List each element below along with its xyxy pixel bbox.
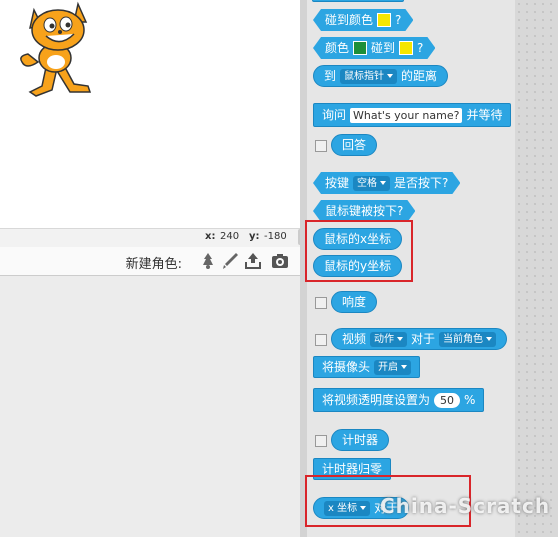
- color-swatch-yellow[interactable]: [399, 41, 413, 55]
- ask-text-input[interactable]: What's your name?: [350, 107, 463, 123]
- block-text: ?: [395, 13, 402, 27]
- dropdown-value: 开启: [378, 361, 399, 373]
- chevron-down-icon: [380, 181, 386, 185]
- chevron-down-icon: [401, 365, 408, 369]
- palette-scroll-area[interactable]: [515, 0, 558, 537]
- video-monitor-checkbox[interactable]: [315, 334, 327, 346]
- new-sprite-bar: 新建角色:: [0, 247, 300, 276]
- loudness-monitor-checkbox[interactable]: [315, 297, 327, 309]
- timer-block[interactable]: 计时器: [331, 429, 390, 451]
- x-label: x:: [205, 231, 216, 242]
- y-value: -180: [264, 231, 287, 242]
- block-text: 鼠标键被按下?: [325, 204, 404, 218]
- dropdown-value: 当前角色: [443, 333, 484, 345]
- color-touching-color-block[interactable]: 颜色 碰到 ?: [313, 37, 435, 59]
- distance-to-block[interactable]: 到 鼠标指针 的距离: [313, 65, 449, 87]
- dropdown-value: 鼠标指针: [344, 70, 385, 82]
- loudness-block[interactable]: 响度: [331, 291, 378, 313]
- transparency-value-input[interactable]: 50: [434, 392, 461, 408]
- dropdown-value: 空格: [357, 177, 378, 189]
- turn-video-block[interactable]: 将摄像头 开启: [313, 356, 421, 378]
- block-text: 是否按下?: [394, 176, 449, 190]
- x-value: 240: [220, 231, 240, 242]
- answer-monitor-checkbox[interactable]: [315, 140, 327, 152]
- answer-block[interactable]: 回答: [331, 134, 378, 156]
- highlight-box-mouse-coords: [305, 220, 413, 282]
- chevron-down-icon: [387, 74, 394, 78]
- block-text: 将视频透明度设置为: [322, 393, 431, 407]
- block-text: 的距离: [401, 69, 438, 83]
- chevron-down-icon: [486, 337, 493, 341]
- sprite-corral[interactable]: [0, 276, 300, 537]
- color-swatch-green[interactable]: [353, 41, 367, 55]
- watermark-text: China-Scratch: [380, 494, 551, 518]
- block-text: 将摄像头: [322, 360, 371, 374]
- block-text: 对于: [411, 332, 436, 346]
- video-state-dropdown[interactable]: 开启: [374, 359, 412, 375]
- timer-monitor-checkbox[interactable]: [315, 435, 327, 447]
- video-target-dropdown[interactable]: 当前角色: [439, 331, 497, 347]
- dropdown-value: 动作: [374, 333, 395, 345]
- touching-color-block[interactable]: 碰到颜色 ?: [313, 9, 413, 31]
- paint-new-sprite-icon[interactable]: [220, 251, 240, 271]
- block-text: 按键: [325, 176, 350, 190]
- key-dropdown[interactable]: 空格: [353, 176, 390, 191]
- key-pressed-block[interactable]: 按键 空格 是否按下?: [313, 172, 460, 194]
- block-text: 视频: [342, 332, 367, 346]
- block-text: 碰到: [371, 41, 396, 55]
- partial-block-top[interactable]: [312, 0, 404, 2]
- chevron-down-icon: [397, 337, 404, 341]
- block-text: %: [464, 393, 476, 407]
- block-text: 到: [324, 69, 337, 83]
- distance-target-dropdown[interactable]: 鼠标指针: [340, 68, 398, 84]
- ask-and-wait-block[interactable]: 询问 What's your name? 并等待: [313, 103, 512, 127]
- block-text: ?: [417, 41, 424, 55]
- block-text: 并等待: [466, 108, 503, 122]
- block-text: 响度: [342, 295, 367, 309]
- block-text: 询问: [322, 108, 347, 122]
- block-text: 颜色: [325, 41, 350, 55]
- y-label: y:: [249, 231, 260, 242]
- stage[interactable]: [0, 0, 298, 228]
- block-text: 计时器: [342, 433, 379, 447]
- block-text: 回答: [342, 138, 367, 152]
- block-text: 碰到颜色: [325, 13, 374, 27]
- mouse-coordinates-bar: x: 240 y: -180: [0, 228, 300, 248]
- choose-sprite-from-library-icon[interactable]: [198, 251, 218, 271]
- upload-sprite-icon[interactable]: [243, 251, 263, 271]
- cat-sprite[interactable]: [8, 0, 98, 98]
- video-attribute-dropdown[interactable]: 动作: [370, 331, 408, 347]
- color-swatch-yellow[interactable]: [377, 13, 391, 27]
- new-sprite-label: 新建角色:: [125, 257, 182, 272]
- set-video-transparency-block[interactable]: 将视频透明度设置为 50 %: [313, 388, 485, 412]
- video-sensing-block[interactable]: 视频 动作 对于 当前角色: [331, 328, 508, 350]
- mouse-down-block[interactable]: 鼠标键被按下?: [313, 200, 415, 222]
- camera-sprite-icon[interactable]: [270, 251, 290, 271]
